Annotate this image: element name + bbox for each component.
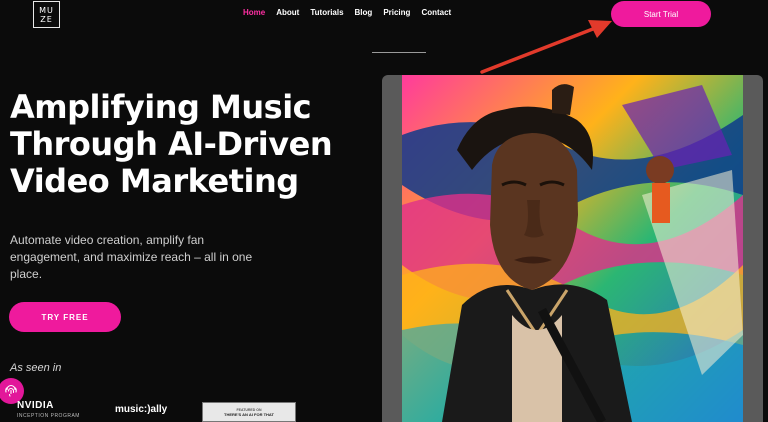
muze-logo[interactable]: MU ZE bbox=[33, 1, 60, 28]
try-free-button[interactable]: TRY FREE bbox=[9, 302, 121, 332]
hero-image-frame bbox=[382, 75, 763, 422]
nav-link-home[interactable]: Home bbox=[243, 8, 265, 17]
nvidia-wordmark: NVIDIA bbox=[17, 400, 54, 411]
start-trial-button[interactable]: Start Trial bbox=[611, 1, 711, 27]
nvidia-subtitle: INCEPTION PROGRAM bbox=[17, 413, 80, 419]
decorative-divider bbox=[372, 52, 426, 53]
hero-artwork-image bbox=[402, 75, 743, 422]
top-navbar: MU ZE Home About Tutorials Blog Pricing … bbox=[0, 0, 768, 30]
theres-an-ai-for-that-badge: FEATURED ON THERE'S AN AI FOR THAT bbox=[202, 402, 296, 422]
musically-logo: music:)ally bbox=[115, 404, 168, 415]
nav-link-contact[interactable]: Contact bbox=[421, 8, 451, 17]
nav-link-about[interactable]: About bbox=[276, 8, 299, 17]
as-seen-in-label: As seen in bbox=[10, 362, 62, 374]
logo-line-1: MU bbox=[39, 5, 54, 15]
nav-link-blog[interactable]: Blog bbox=[355, 8, 373, 17]
logo-line-2: ZE bbox=[40, 14, 53, 24]
hero-subcopy: Automate video creation, amplify fan eng… bbox=[10, 233, 253, 281]
nav-links: Home About Tutorials Blog Pricing Contac… bbox=[243, 8, 451, 17]
hero-headline: Amplifying Music Through AI-Driven Video… bbox=[10, 88, 333, 200]
badge-main-text: THERE'S AN AI FOR THAT bbox=[224, 411, 274, 417]
nav-link-pricing[interactable]: Pricing bbox=[383, 8, 410, 17]
nvidia-logo: NVIDIA INCEPTION PROGRAM bbox=[17, 400, 80, 419]
nav-link-tutorials[interactable]: Tutorials bbox=[310, 8, 343, 17]
